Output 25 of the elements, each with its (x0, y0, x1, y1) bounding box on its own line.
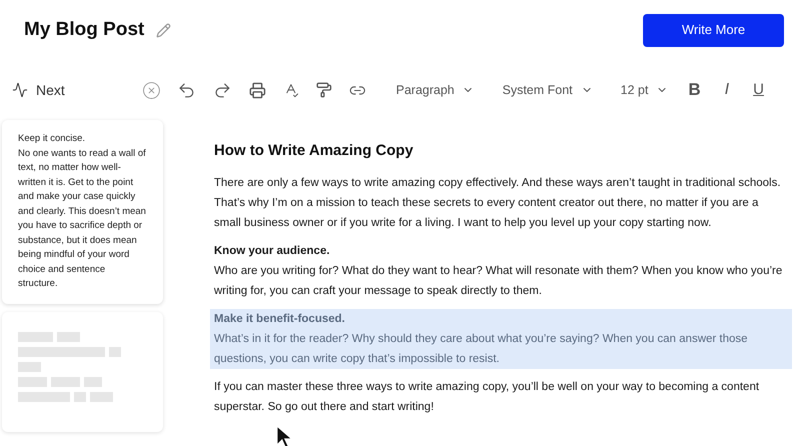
paragraph-heading: Know your audience. (214, 244, 331, 258)
format-button[interactable]: U (749, 78, 768, 102)
pulse-icon (12, 82, 28, 98)
format-dropdown[interactable]: 12 pt (620, 80, 668, 100)
next-button[interactable]: Next (12, 80, 142, 100)
paragraph-text: What’s in it for the reader? Why should they care about what you’re saying? When you can answer those questions, you can write copy that’s impossible to resist. (214, 332, 749, 366)
paragraph-text: There are only a few ways to write amazing copy effectively. And these ways aren’t taught in traditional schools. That’s why I’m on a mission to teach these secrets to every content creator out there, no matter if you are a small business owner or if you write for a living. I want to help you level up your copy starting now. (214, 176, 782, 230)
format-button[interactable]: I (720, 78, 734, 102)
format-dropdown[interactable]: System Font (502, 80, 593, 100)
paragraph-text: Who are you writing for? What do they want to hear? What will resonate with them? When you know who you’re writing for, you can craft your message to speak directly to them. (214, 264, 784, 298)
print-icon[interactable] (249, 82, 266, 98)
write-more-button[interactable]: Write More (643, 14, 784, 46)
edit-icon[interactable] (156, 22, 172, 38)
close-icon[interactable] (142, 80, 161, 100)
tip-text: No one wants to read a wall of text, no matter how well-written it is. Get to the point and make your case quickly and clearly. This doesn’t mean you have to sacrifice depth or substance, but it does mean being mindful of your word choice and sentence structure. (18, 146, 147, 291)
redo-icon[interactable] (213, 80, 232, 100)
tip-title: Keep it concise. (18, 132, 86, 146)
format-dropdown[interactable]: Paragraph (396, 80, 474, 100)
paragraph-text: If you can master these three ways to write amazing copy, you’ll be well on your way to becoming a content superstar. So go out there and start writing! (214, 380, 760, 414)
format-button[interactable]: B (684, 77, 705, 103)
article-heading: How to Write Amazing Copy (214, 141, 414, 161)
paragraph-heading: Make it benefit-focused. (214, 312, 346, 326)
document-title: My Blog Post (24, 18, 144, 42)
paint-roller-icon[interactable] (316, 82, 332, 98)
undo-icon[interactable] (177, 80, 196, 100)
